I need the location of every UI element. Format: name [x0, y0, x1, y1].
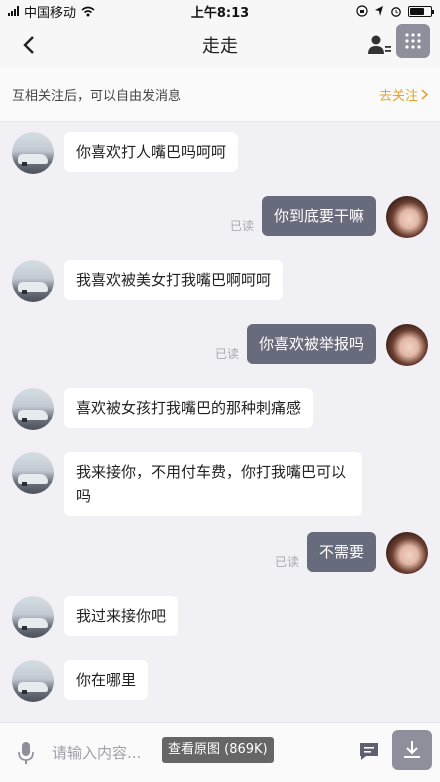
follow-notice-bar: 互相关注后，可以自由发消息 去关注 [0, 68, 440, 122]
back-button[interactable] [14, 30, 44, 60]
read-receipt: 已读 [214, 347, 239, 361]
message-incoming: 我过来接你吧 [12, 596, 179, 638]
battery-fill [410, 7, 424, 15]
avatar[interactable] [386, 324, 428, 366]
battery-icon [408, 5, 434, 17]
message-incoming: 我喜欢被美女打我嘴巴啊呵呵 [12, 260, 284, 302]
avatar[interactable] [386, 196, 428, 238]
profile-button[interactable] [366, 32, 392, 58]
message-bubble[interactable]: 我过来接你吧 [64, 596, 179, 636]
message-incoming: 你喜欢打人嘴巴吗呵呵 [12, 132, 239, 174]
carrier-label: 中国移动 [24, 5, 77, 21]
location-icon [375, 6, 383, 16]
grid-dots-icon [405, 33, 421, 49]
message-incoming: 我来接你，不用付车费，你打我嘴巴可以吗 [12, 452, 362, 516]
nav-bar: 走走 [0, 22, 440, 68]
message-incoming: 喜欢被女孩打我嘴巴的那种刺痛感 [12, 388, 314, 430]
status-bar: 中国移动 上午8:13 [0, 0, 440, 22]
signal-icon [8, 6, 19, 16]
message-input[interactable] [52, 743, 162, 762]
download-icon [404, 741, 420, 758]
message-outgoing: 已读 你喜欢被举报吗 [215, 324, 428, 366]
avatar[interactable] [386, 532, 428, 574]
avatar[interactable] [12, 596, 54, 638]
status-time: 上午8:13 [190, 5, 250, 21]
message-bubble[interactable]: 你到底要干嘛 [261, 196, 376, 236]
follow-link[interactable]: 去关注 [379, 85, 428, 104]
person-settings-icon [368, 35, 391, 54]
chevron-right-icon [421, 89, 428, 100]
message-incoming: 你在哪里 [12, 660, 149, 702]
message-bubble[interactable]: 你喜欢被举报吗 [246, 324, 376, 364]
avatar[interactable] [12, 132, 54, 174]
chat-bubble-icon [360, 743, 378, 760]
read-receipt: 已读 [274, 555, 299, 569]
message-outgoing: 已读 不需要 [275, 532, 428, 574]
quick-reply-button[interactable] [358, 740, 380, 762]
alarm-icon [391, 7, 401, 17]
follow-notice-text: 互相关注后，可以自由发消息 [12, 89, 182, 104]
message-bubble[interactable]: 不需要 [306, 532, 376, 572]
chat-area[interactable]: 你喜欢打人嘴巴吗呵呵 已读 你到底要干嘛 我喜欢被美女打我嘴巴啊呵呵 已读 你喜… [0, 122, 440, 722]
wifi-icon [81, 6, 95, 16]
microphone-icon [18, 741, 34, 764]
follow-link-label: 去关注 [378, 89, 418, 104]
message-bubble[interactable]: 我来接你，不用付车费，你打我嘴巴可以吗 [64, 452, 362, 516]
message-bubble[interactable]: 你在哪里 [64, 660, 149, 700]
view-original-button[interactable]: 查看原图 (869K) [162, 737, 274, 763]
avatar[interactable] [12, 660, 54, 702]
status-left: 中国移动 [8, 2, 168, 21]
message-bubble[interactable]: 我喜欢被美女打我嘴巴啊呵呵 [64, 260, 284, 300]
avatar[interactable] [12, 452, 54, 494]
avatar[interactable] [12, 260, 54, 302]
message-outgoing: 已读 你到底要干嘛 [230, 196, 428, 238]
message-bubble[interactable]: 你喜欢打人嘴巴吗呵呵 [64, 132, 239, 172]
voice-button[interactable] [14, 738, 38, 768]
rotation-lock-icon [356, 5, 368, 17]
message-bubble[interactable]: 喜欢被女孩打我嘴巴的那种刺痛感 [64, 388, 314, 428]
download-button[interactable] [392, 730, 432, 770]
avatar[interactable] [12, 388, 54, 430]
read-receipt: 已读 [229, 219, 254, 233]
chevron-left-icon [23, 36, 34, 54]
more-button[interactable] [396, 24, 430, 58]
page-title: 走走 [202, 36, 238, 57]
status-right [272, 5, 434, 17]
